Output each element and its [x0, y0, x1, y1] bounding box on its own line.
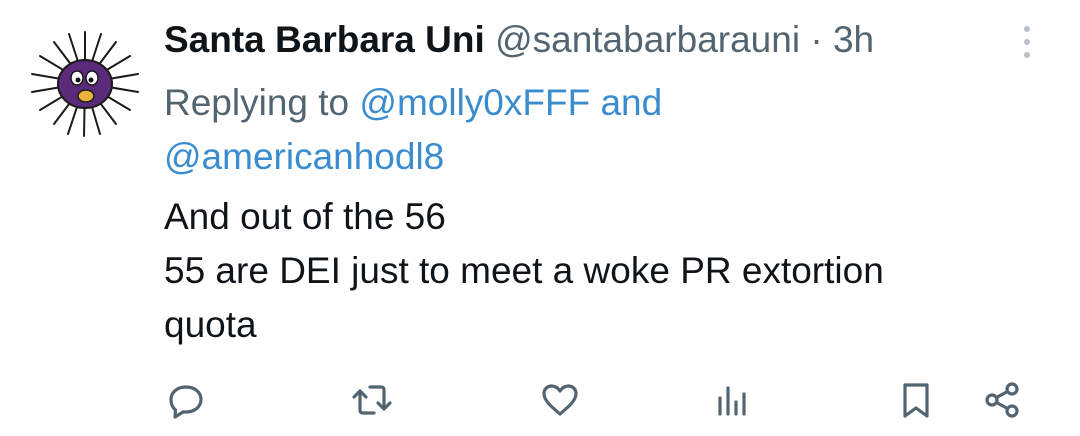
share-button[interactable] [980, 378, 1024, 422]
user-handle[interactable]: @santabarbarauni [495, 19, 800, 60]
avatar[interactable] [26, 24, 144, 142]
bookmark-button[interactable] [894, 378, 938, 422]
replying-to: Replying to @molly0xFFF and @americanhod… [164, 76, 884, 184]
like-button[interactable] [538, 378, 582, 422]
mention-link-2[interactable]: @americanhodl8 [164, 136, 444, 177]
analytics-icon [718, 386, 746, 416]
share-icon [985, 382, 1019, 418]
tweet-text-line: And out of the 56 [164, 196, 446, 237]
timestamp[interactable]: 3h [833, 19, 874, 60]
more-vertical-icon [1024, 26, 1030, 58]
heart-icon [542, 384, 578, 416]
views-button[interactable] [710, 378, 754, 422]
tweet-text: And out of the 56 55 are DEI just to mee… [164, 190, 1044, 352]
mention-link-1[interactable]: @molly0xFFF [359, 82, 590, 123]
retweet-button[interactable] [350, 378, 394, 422]
bookmark-icon [903, 383, 929, 418]
display-name[interactable]: Santa Barbara Uni [164, 19, 485, 60]
reply-button[interactable] [164, 378, 208, 422]
replying-conjunction: and [600, 82, 663, 123]
tweet[interactable]: Santa Barbara Uni @santabarbarauni · 3h … [0, 0, 1080, 436]
action-bar [164, 378, 1064, 428]
more-options-button[interactable] [1012, 22, 1042, 62]
tweet-text-line: 55 are DEI just to meet a woke PR extort… [164, 250, 884, 291]
separator-dot: · [810, 19, 823, 60]
tweet-text-line: quota [164, 304, 257, 345]
replying-to-label: Replying to [164, 82, 350, 123]
retweet-icon [352, 385, 392, 415]
tweet-header: Santa Barbara Uni @santabarbarauni · 3h [164, 18, 874, 62]
sea-urchin-avatar-icon [26, 24, 144, 142]
reply-icon [169, 385, 203, 419]
